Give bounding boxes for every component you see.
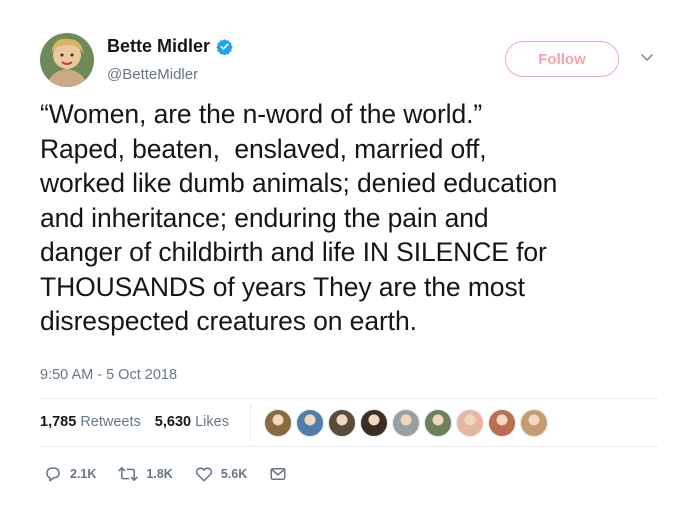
likes-label: Likes	[195, 414, 229, 430]
liker-avatar[interactable]	[360, 409, 388, 437]
retweet-button[interactable]: 1.8K	[118, 465, 173, 483]
stats-separator	[250, 403, 251, 441]
tweet-timestamp[interactable]: 9:50 AM - 5 Oct 2018	[40, 367, 177, 383]
tweet-line: danger of childbirth and life IN SILENCE…	[40, 237, 547, 267]
message-button[interactable]	[269, 465, 287, 483]
tweet-actions: 2.1K 1.8K 5.6K	[44, 465, 309, 483]
liker-avatar[interactable]	[456, 409, 484, 437]
author-handle[interactable]: @BetteMidler	[107, 66, 198, 83]
liker-avatar[interactable]	[488, 409, 516, 437]
author-avatar[interactable]	[40, 33, 94, 87]
tweet-line: Raped, beaten, enslaved, married off,	[40, 133, 487, 164]
author-name-text: Bette Midler	[107, 36, 211, 56]
tweet-card: Bette Midler @BetteMidler Follow “Women,…	[0, 0, 700, 519]
divider	[40, 398, 658, 399]
like-button[interactable]: 5.6K	[195, 465, 247, 483]
author-name[interactable]: Bette Midler	[107, 36, 233, 57]
liker-avatar[interactable]	[296, 409, 324, 437]
retweets-label: Retweets	[80, 414, 141, 430]
retweet-icon	[118, 467, 139, 481]
retweet-count: 1.8K	[146, 467, 173, 481]
liker-avatars	[264, 409, 552, 437]
tweet-line: worked like dumb animals; denied educati…	[40, 168, 558, 198]
retweets-stat[interactable]: 1,785 Retweets	[40, 414, 141, 430]
engagement-stats: 1,785 Retweets 5,630 Likes	[40, 414, 229, 430]
verified-icon	[216, 39, 233, 55]
tweet-line: THOUSANDS of years They are the most	[40, 271, 525, 302]
reply-icon	[46, 467, 60, 482]
chevron-down-icon[interactable]	[640, 53, 654, 63]
liker-avatar[interactable]	[392, 409, 420, 437]
likes-count: 5,630	[154, 414, 192, 430]
retweets-count: 1,785	[40, 414, 77, 430]
tweet-line: “Women, are the n-word of the world.”	[40, 99, 483, 129]
divider	[40, 446, 658, 447]
liker-avatar[interactable]	[264, 409, 292, 437]
liker-avatar[interactable]	[520, 409, 548, 437]
reply-button[interactable]: 2.1K	[44, 465, 96, 483]
like-icon	[195, 467, 212, 482]
follow-button[interactable]: Follow	[505, 41, 619, 77]
tweet-line: and inheritance; enduring the pain and	[40, 202, 489, 233]
likes-stat[interactable]: 5,630 Likes	[155, 414, 229, 430]
reply-count: 2.1K	[70, 467, 97, 481]
liker-avatar[interactable]	[424, 409, 452, 437]
like-count: 5.6K	[220, 467, 248, 481]
tweet-line: disrespected creatures on earth.	[40, 306, 417, 336]
message-icon	[270, 468, 286, 480]
liker-avatar[interactable]	[328, 409, 356, 437]
tweet-text: “Women, are the n-word of the world.” Ra…	[40, 97, 680, 339]
